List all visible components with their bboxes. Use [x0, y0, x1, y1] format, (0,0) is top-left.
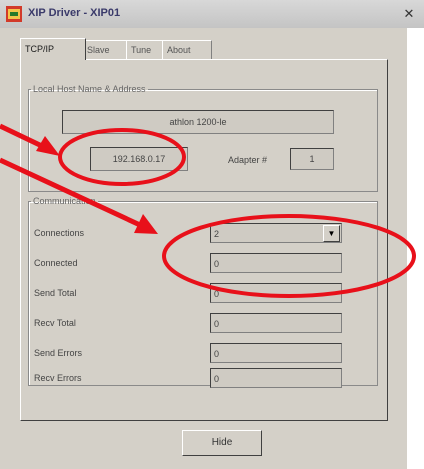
adapter-number-field: 1 — [290, 148, 334, 170]
tab-tune[interactable]: Tune — [126, 40, 166, 59]
local-host-group-label: Local Host Name & Address — [33, 84, 146, 94]
connected-field: 0 — [210, 253, 342, 273]
send-errors-field: 0 — [210, 343, 342, 363]
close-button[interactable]: ✕ — [400, 6, 418, 22]
tab-slave[interactable]: Slave — [82, 40, 130, 59]
send-total-label: Send Total — [34, 288, 77, 298]
recv-errors-label: Recv Errors — [34, 373, 82, 383]
send-errors-label: Send Errors — [34, 348, 83, 358]
hide-button[interactable]: Hide — [182, 430, 262, 456]
connections-value: 2 — [214, 229, 220, 239]
tab-tcp-ip[interactable]: TCP/IP — [20, 38, 86, 60]
host-name-field: athlon 1200-le — [62, 110, 334, 134]
recv-total-label: Recv Total — [34, 318, 76, 328]
adapter-label: Adapter # — [228, 155, 268, 165]
xip-app-icon — [6, 6, 22, 22]
window-title: XIP Driver - XIP01 — [28, 7, 121, 19]
connections-combo[interactable]: 2 ▼ — [210, 223, 342, 243]
send-total-field: 0 — [210, 283, 342, 303]
local-host-group: Local Host Name & Address — [28, 84, 378, 192]
chevron-down-icon[interactable]: ▼ — [323, 225, 340, 242]
title-bar: XIP Driver - XIP01 ✕ — [0, 0, 424, 28]
ip-address-field: 192.168.0.17 — [90, 147, 188, 171]
connections-label: Connections — [34, 228, 85, 238]
communication-group-label: Communication — [33, 196, 96, 206]
connected-label: Connected — [34, 258, 78, 268]
tab-about[interactable]: About — [162, 40, 212, 59]
recv-errors-field: 0 — [210, 368, 342, 388]
recv-total-field: 0 — [210, 313, 342, 333]
